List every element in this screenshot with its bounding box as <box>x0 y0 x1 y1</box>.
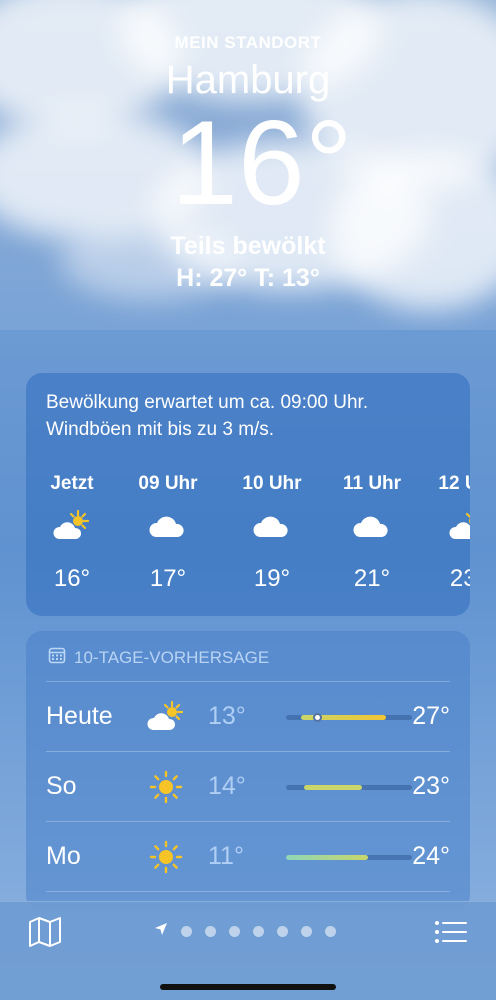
forecast-low: 14° <box>208 772 246 800</box>
calendar-icon <box>48 646 66 669</box>
forecast-day: So <box>46 772 77 800</box>
hour-item: 10 Uhr 19° <box>232 473 312 593</box>
forecast-day: Heute <box>46 702 113 730</box>
forecast-high: 23° <box>412 772 450 800</box>
sun-icon <box>144 770 188 804</box>
temp-range-fill <box>303 785 362 790</box>
hour-temp: 21° <box>353 565 391 592</box>
current-temp-marker <box>313 713 322 722</box>
page-dot[interactable] <box>181 926 192 937</box>
summary-line: Windböen mit bis zu 3 m/s. <box>46 419 275 440</box>
hour-label: Jetzt <box>50 473 94 494</box>
hour-item: 11 Uhr 21° <box>332 473 412 593</box>
home-indicator <box>160 984 336 990</box>
ten-day-forecast-card[interactable]: 10-TAGE-VORHERSAGE Heute 13° 27° So 14° … <box>26 631 470 911</box>
forecast-high: 27° <box>412 702 450 730</box>
condition-text: Teils bewölkt <box>170 232 326 260</box>
temp-range-bar <box>286 785 412 790</box>
page-dot[interactable] <box>325 926 336 937</box>
hourly-summary: Bewölkung erwartet um ca. 09:00 Uhr. Win… <box>46 389 456 443</box>
high-low-text: H: 27° T: 13° <box>176 264 320 292</box>
forecast-row[interactable]: So 14° 23° <box>46 751 450 821</box>
page-dot[interactable] <box>301 926 312 937</box>
summary-line: Bewölkung erwartet um ca. 09:00 Uhr. <box>46 392 369 413</box>
hour-label: 12 Uhr <box>438 473 470 494</box>
cloud-icon <box>128 501 208 551</box>
current-temperature: 16° <box>171 96 353 230</box>
page-indicator[interactable] <box>154 922 336 941</box>
forecast-row[interactable]: Heute 13° 27° <box>46 681 450 751</box>
hour-label: 09 Uhr <box>138 473 198 494</box>
hour-label: 11 Uhr <box>342 473 402 494</box>
hour-temp: 23° <box>449 565 470 592</box>
hourly-forecast-card[interactable]: Bewölkung erwartet um ca. 09:00 Uhr. Win… <box>26 373 470 616</box>
list-icon[interactable] <box>434 916 468 948</box>
forecast-high: 24° <box>412 842 450 870</box>
hour-temp: 17° <box>149 565 187 592</box>
hourly-list[interactable]: Jetzt 16° 09 Uhr 17° 10 Uhr 19° 11 Uhr 2… <box>26 473 470 603</box>
hour-temp: 19° <box>253 565 291 592</box>
temp-range-bar <box>286 855 412 860</box>
page-dot[interactable] <box>277 926 288 937</box>
hour-item: 09 Uhr 17° <box>128 473 208 593</box>
partly-sunny-icon <box>144 700 188 734</box>
forecast-low: 11° <box>208 842 244 870</box>
forecast-low: 13° <box>208 702 246 730</box>
cloud-icon <box>332 501 412 551</box>
temp-range-fill <box>286 855 368 860</box>
cloud-icon <box>232 501 312 551</box>
page-dot[interactable] <box>229 926 240 937</box>
partly-sunny-icon <box>428 501 470 551</box>
hour-label: 10 Uhr <box>242 473 302 494</box>
forecast-row[interactable]: Mo 11° 24° <box>46 821 450 891</box>
hour-temp: 16° <box>53 565 91 592</box>
temp-range-bar <box>286 713 412 722</box>
hour-item: Jetzt 16° <box>32 473 112 593</box>
page-dot[interactable] <box>253 926 264 937</box>
forecast-day: Mo <box>46 842 81 870</box>
map-icon[interactable] <box>28 916 62 948</box>
forecast-title: 10-TAGE-VORHERSAGE <box>74 647 270 667</box>
hour-item: 12 Uhr 23° <box>428 473 470 593</box>
partly-sunny-icon <box>32 501 112 551</box>
location-label: MEIN STANDORT <box>174 33 322 52</box>
location-arrow-icon[interactable] <box>154 922 168 941</box>
page-dot[interactable] <box>205 926 216 937</box>
sun-icon <box>144 840 188 874</box>
forecast-header: 10-TAGE-VORHERSAGE <box>48 646 269 669</box>
